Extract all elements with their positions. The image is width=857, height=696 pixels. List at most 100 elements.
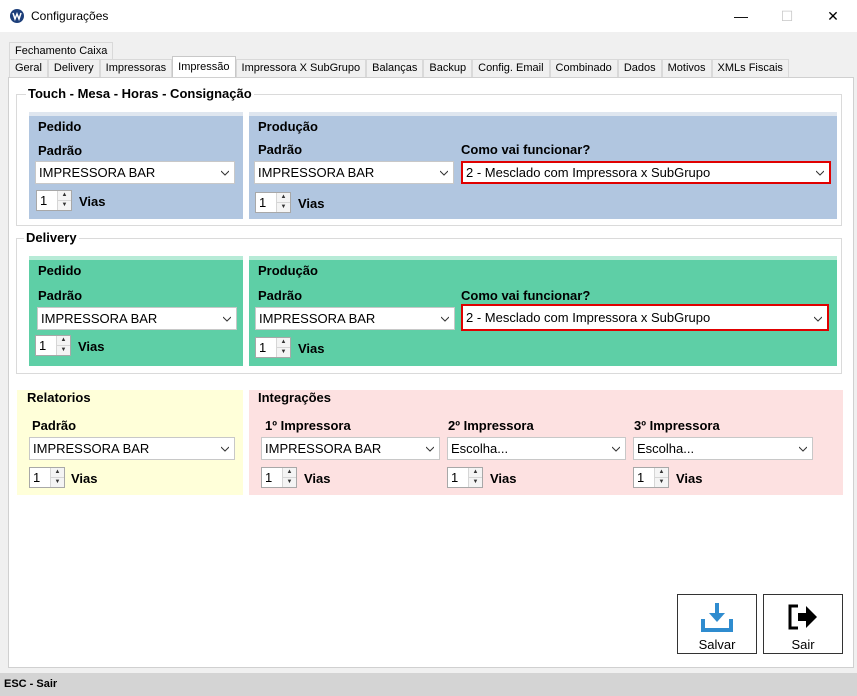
delivery-producao-vias-label: Vias: [298, 341, 325, 356]
delivery-section-title: Delivery: [24, 230, 79, 245]
touch-como-value: 2 - Mesclado com Impressora x SubGrupo: [466, 165, 711, 180]
imp3-select[interactable]: Escolha...: [633, 437, 813, 460]
save-button-label: Salvar: [698, 637, 736, 652]
close-icon: ✕: [827, 7, 839, 24]
delivery-pedido-padrao-value: IMPRESSORA BAR: [41, 311, 158, 326]
touch-pedido-padrao-label: Padrão: [38, 143, 83, 158]
relatorios-padrao-label: Padrão: [32, 418, 77, 433]
delivery-pedido-vias-value: 1: [39, 338, 47, 353]
delivery-producao-padrao-select[interactable]: IMPRESSORA BAR: [255, 307, 455, 330]
imp3-value: Escolha...: [637, 441, 695, 456]
tab-impressao[interactable]: Impressão: [172, 56, 236, 77]
save-button[interactable]: Salvar: [677, 594, 757, 654]
chevron-down-icon: [223, 316, 231, 322]
delivery-como-select[interactable]: 2 - Mesclado com Impressora x SubGrupo: [461, 304, 829, 331]
spin-down-icon[interactable]: ▼: [282, 478, 296, 487]
delivery-pedido-vias-spinner[interactable]: 1 ▲ ▼: [35, 335, 71, 356]
integracoes-title: Integrações: [258, 390, 331, 405]
relatorios-padrao-select[interactable]: IMPRESSORA BAR: [29, 437, 235, 460]
touch-producao-vias-spinner[interactable]: 1 ▲ ▼: [255, 192, 291, 213]
tab-impressoras[interactable]: Impressoras: [99, 59, 173, 77]
minimize-icon: —: [734, 8, 748, 24]
tab-motivos[interactable]: Motivos: [661, 59, 712, 77]
relatorios-vias-label: Vias: [71, 471, 98, 486]
tab-combinado[interactable]: Combinado: [549, 59, 618, 77]
touch-producao-padrao-select[interactable]: IMPRESSORA BAR: [254, 161, 454, 184]
touch-pedido-vias-spinner[interactable]: 1 ▲ ▼: [36, 190, 72, 211]
spin-down-icon[interactable]: ▼: [468, 478, 482, 487]
chevron-down-icon: [440, 170, 448, 176]
spin-down-icon[interactable]: ▼: [276, 348, 290, 357]
chevron-down-icon: [221, 446, 229, 452]
imp1-vias-value: 1: [265, 470, 273, 485]
delivery-producao-padrao-label: Padrão: [258, 288, 303, 303]
tab-backup[interactable]: Backup: [423, 59, 473, 77]
delivery-pedido-title: Pedido: [38, 263, 82, 278]
imp1-value: IMPRESSORA BAR: [265, 441, 382, 456]
chevron-down-icon: [612, 446, 620, 452]
chevron-down-icon: [814, 316, 822, 322]
touch-producao-padrao-label: Padrão: [258, 142, 303, 157]
spin-down-icon[interactable]: ▼: [50, 478, 64, 487]
imp2-label: 2º Impressora: [448, 418, 534, 433]
tab-impressora-x-subgrupo[interactable]: Impressora X SubGrupo: [235, 59, 367, 77]
spin-down-icon[interactable]: ▼: [276, 203, 290, 212]
delivery-pedido-padrao-label: Padrão: [38, 288, 83, 303]
delivery-pedido-padrao-select[interactable]: IMPRESSORA BAR: [37, 307, 237, 330]
delivery-como-value: 2 - Mesclado com Impressora x SubGrupo: [466, 310, 711, 325]
delivery-producao-vias-spinner[interactable]: 1 ▲ ▼: [255, 337, 291, 358]
touch-pedido-padrao-select[interactable]: IMPRESSORA BAR: [35, 161, 235, 184]
relatorios-vias-value: 1: [33, 470, 41, 485]
status-bar: ESC - Sair: [0, 673, 857, 696]
spin-down-icon[interactable]: ▼: [56, 346, 70, 355]
chevron-down-icon: [426, 446, 434, 452]
imp3-vias-label: Vias: [676, 471, 703, 486]
download-save-icon: [701, 603, 733, 632]
imp1-vias-label: Vias: [304, 471, 331, 486]
imp2-select[interactable]: Escolha...: [447, 437, 626, 460]
spin-down-icon[interactable]: ▼: [654, 478, 668, 487]
imp2-vias-label: Vias: [490, 471, 517, 486]
tab-geral[interactable]: Geral: [9, 59, 48, 77]
tab-row-2: Fechamento Caixa: [9, 42, 114, 60]
imp1-vias-spinner[interactable]: 1 ▲ ▼: [261, 467, 297, 488]
delivery-pedido-vias-label: Vias: [78, 339, 105, 354]
chevron-down-icon: [799, 446, 807, 452]
delivery-como-label: Como vai funcionar?: [461, 288, 591, 303]
imp1-select[interactable]: IMPRESSORA BAR: [261, 437, 440, 460]
tab-fechamento-caixa[interactable]: Fechamento Caixa: [9, 42, 114, 60]
exit-button[interactable]: Sair: [763, 594, 843, 654]
maximize-button[interactable]: ☐: [764, 0, 810, 32]
relatorios-vias-spinner[interactable]: 1 ▲ ▼: [29, 467, 65, 488]
imp3-vias-spinner[interactable]: 1 ▲ ▼: [633, 467, 669, 488]
touch-producao-title: Produção: [258, 119, 318, 134]
tab-delivery[interactable]: Delivery: [47, 59, 100, 77]
tab-xmls-fiscais[interactable]: XMLs Fiscais: [711, 59, 789, 77]
touch-pedido-vias-label: Vias: [79, 194, 106, 209]
tab-config-email[interactable]: Config. Email: [472, 59, 550, 77]
tab-balancas[interactable]: Balanças: [366, 59, 424, 77]
window-title: Configurações: [31, 9, 109, 23]
tab-dados[interactable]: Dados: [617, 59, 662, 77]
touch-producao-padrao-value: IMPRESSORA BAR: [258, 165, 375, 180]
imp3-label: 3º Impressora: [634, 418, 720, 433]
close-button[interactable]: ✕: [810, 0, 856, 32]
relatorios-padrao-value: IMPRESSORA BAR: [33, 441, 150, 456]
minimize-button[interactable]: —: [718, 0, 764, 32]
touch-pedido-padrao-value: IMPRESSORA BAR: [39, 165, 156, 180]
touch-pedido-vias-value: 1: [40, 193, 48, 208]
touch-section-title: Touch - Mesa - Horas - Consignação: [26, 86, 254, 101]
delivery-producao-title: Produção: [258, 263, 318, 278]
chevron-down-icon: [816, 170, 824, 176]
imp2-vias-value: 1: [451, 470, 459, 485]
chevron-down-icon: [221, 170, 229, 176]
touch-producao-vias-value: 1: [259, 195, 267, 210]
spin-down-icon[interactable]: ▼: [57, 201, 71, 210]
app-icon: [10, 9, 24, 23]
tab-row-1: Geral Delivery Impressoras Impressão Imp…: [9, 56, 789, 77]
relatorios-title: Relatorios: [27, 390, 91, 405]
delivery-producao-vias-value: 1: [259, 340, 267, 355]
touch-como-select[interactable]: 2 - Mesclado com Impressora x SubGrupo: [461, 161, 831, 184]
imp2-vias-spinner[interactable]: 1 ▲ ▼: [447, 467, 483, 488]
imp1-label: 1º Impressora: [265, 418, 351, 433]
